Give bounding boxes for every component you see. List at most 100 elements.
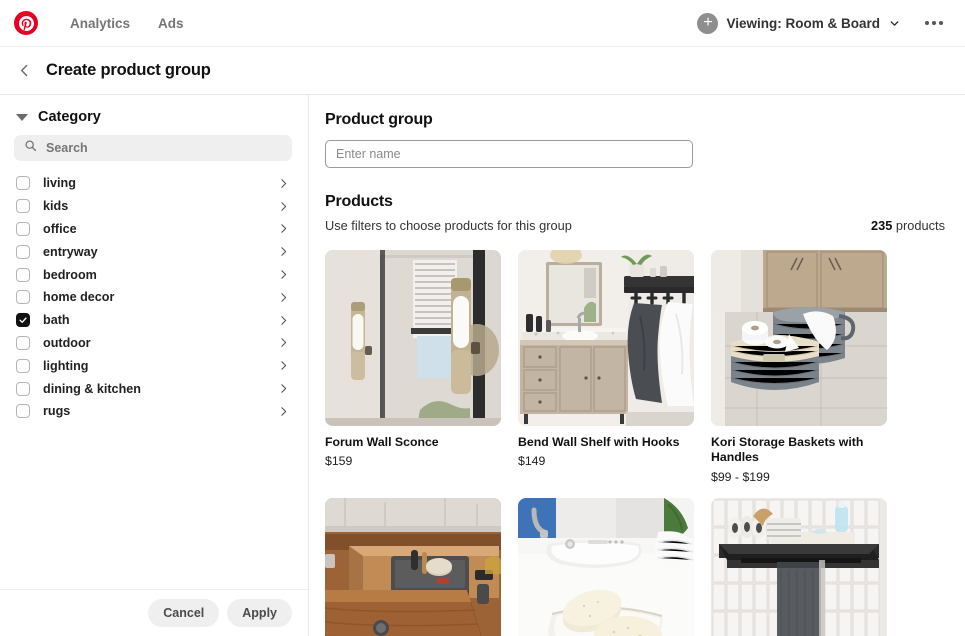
checkbox-office[interactable] — [16, 222, 30, 236]
chevron-right-icon[interactable] — [277, 382, 290, 395]
top-navigation-bar: Analytics Ads + Viewing: Room & Board — [0, 0, 965, 47]
account-viewer-selector[interactable]: + Viewing: Room & Board — [691, 9, 907, 38]
product-card[interactable]: Bend Wall Shelf with Hooks $149 — [518, 250, 694, 484]
chevron-right-icon[interactable] — [277, 245, 290, 258]
product-card[interactable] — [711, 498, 887, 636]
product-title: Forum Wall Sconce — [325, 435, 501, 450]
chevron-right-icon[interactable] — [277, 336, 290, 349]
chevron-left-icon[interactable] — [14, 60, 35, 81]
sidebar-footer-actions: Cancel Apply — [0, 589, 308, 636]
page-header: Create product group — [0, 47, 965, 95]
category-label: rugs — [43, 404, 70, 418]
page-title: Create product group — [46, 61, 211, 80]
category-label: kids — [43, 199, 68, 213]
products-section-header: Products Use filters to choose products … — [325, 193, 965, 233]
triangle-down-icon[interactable] — [16, 114, 28, 121]
category-row-home-decor[interactable]: home decor — [0, 286, 308, 309]
product-group-section: Product group — [325, 111, 965, 168]
category-label: outdoor — [43, 336, 91, 350]
category-row-lighting[interactable]: lighting — [0, 354, 308, 377]
chevron-right-icon[interactable] — [277, 268, 290, 281]
nav-link-ads[interactable]: Ads — [144, 10, 198, 37]
product-group-name-input[interactable] — [325, 140, 693, 168]
category-label: entryway — [43, 245, 98, 259]
category-title: Category — [38, 109, 101, 125]
category-row-bedroom[interactable]: bedroom — [0, 263, 308, 286]
products-subtitle-row: Use filters to choose products for this … — [325, 218, 965, 233]
product-count-number: 235 — [871, 218, 892, 233]
category-label: home decor — [43, 290, 114, 304]
product-group-heading: Product group — [325, 111, 965, 129]
category-row-dining-kitchen[interactable]: dining & kitchen — [0, 377, 308, 400]
plus-circle-icon[interactable]: + — [697, 13, 718, 34]
soap-tray-sink-photo[interactable] — [518, 498, 694, 636]
page-body: Category living kids — [0, 95, 965, 636]
category-row-rugs[interactable]: rugs — [0, 400, 308, 423]
walnut-drawer-organizer-photo[interactable] — [325, 498, 501, 636]
category-row-living[interactable]: living — [0, 172, 308, 195]
chevron-right-icon[interactable] — [277, 222, 290, 235]
pinterest-logo-icon[interactable] — [14, 11, 38, 35]
product-card[interactable] — [325, 498, 501, 636]
category-label: living — [43, 176, 76, 190]
checkbox-home-decor[interactable] — [16, 290, 30, 304]
product-card[interactable] — [518, 498, 694, 636]
category-section-header[interactable]: Category — [0, 95, 308, 133]
chevron-right-icon[interactable] — [277, 405, 290, 418]
chevron-right-icon[interactable] — [277, 359, 290, 372]
main-content: Product group Products Use filters to ch… — [309, 95, 965, 636]
bathroom-vanity-shelf-photo[interactable] — [518, 250, 694, 426]
category-row-kids[interactable]: kids — [0, 195, 308, 218]
apply-button[interactable]: Apply — [227, 599, 292, 627]
product-title: Kori Storage Baskets with Handles — [711, 435, 887, 466]
product-price: $159 — [325, 454, 501, 468]
product-count-label: products — [892, 218, 945, 233]
checkbox-bath[interactable] — [16, 313, 30, 327]
wall-sconce-mirror-photo[interactable] — [325, 250, 501, 426]
category-list: living kids office entryway bedroom — [0, 167, 308, 589]
category-search-box[interactable] — [14, 135, 292, 161]
more-horizontal-icon[interactable] — [919, 13, 949, 33]
chevron-right-icon[interactable] — [277, 314, 290, 327]
chevron-right-icon[interactable] — [277, 291, 290, 304]
checkbox-bedroom[interactable] — [16, 268, 30, 282]
product-price: $149 — [518, 454, 694, 468]
chevron-down-icon[interactable] — [888, 17, 901, 30]
category-label: dining & kitchen — [43, 382, 141, 396]
products-heading: Products — [325, 193, 965, 211]
category-row-outdoor[interactable]: outdoor — [0, 332, 308, 355]
chevron-right-icon[interactable] — [277, 200, 290, 213]
category-row-office[interactable]: office — [0, 218, 308, 241]
checkbox-dining-kitchen[interactable] — [16, 382, 30, 396]
product-title: Bend Wall Shelf with Hooks — [518, 435, 694, 450]
checkbox-kids[interactable] — [16, 199, 30, 213]
category-row-entryway[interactable]: entryway — [0, 240, 308, 263]
cancel-button[interactable]: Cancel — [148, 599, 219, 627]
product-card[interactable]: Kori Storage Baskets with Handles $99 - … — [711, 250, 887, 484]
category-label: bath — [43, 313, 70, 327]
checkbox-entryway[interactable] — [16, 245, 30, 259]
chevron-right-icon[interactable] — [277, 177, 290, 190]
checkbox-lighting[interactable] — [16, 359, 30, 373]
product-price: $99 - $199 — [711, 470, 887, 484]
category-label: office — [43, 222, 77, 236]
search-input[interactable] — [46, 141, 282, 155]
woven-storage-baskets-photo[interactable] — [711, 250, 887, 426]
category-label: bedroom — [43, 268, 97, 282]
category-label: lighting — [43, 359, 88, 373]
checkbox-rugs[interactable] — [16, 404, 30, 418]
search-icon — [24, 139, 37, 157]
black-bath-shelf-towels-photo[interactable] — [711, 498, 887, 636]
category-row-bath[interactable]: bath — [0, 309, 308, 332]
viewer-label: Viewing: Room & Board — [726, 16, 880, 31]
product-grid: Forum Wall Sconce $159 — [325, 250, 965, 636]
product-count: 235 products — [871, 218, 945, 233]
primary-nav-links: Analytics Ads — [56, 10, 198, 37]
product-card[interactable]: Forum Wall Sconce $159 — [325, 250, 501, 484]
nav-link-analytics[interactable]: Analytics — [56, 10, 144, 37]
category-filter-sidebar: Category living kids — [0, 95, 309, 636]
checkbox-living[interactable] — [16, 176, 30, 190]
products-subtitle: Use filters to choose products for this … — [325, 218, 572, 233]
checkbox-outdoor[interactable] — [16, 336, 30, 350]
search-container — [0, 133, 308, 167]
